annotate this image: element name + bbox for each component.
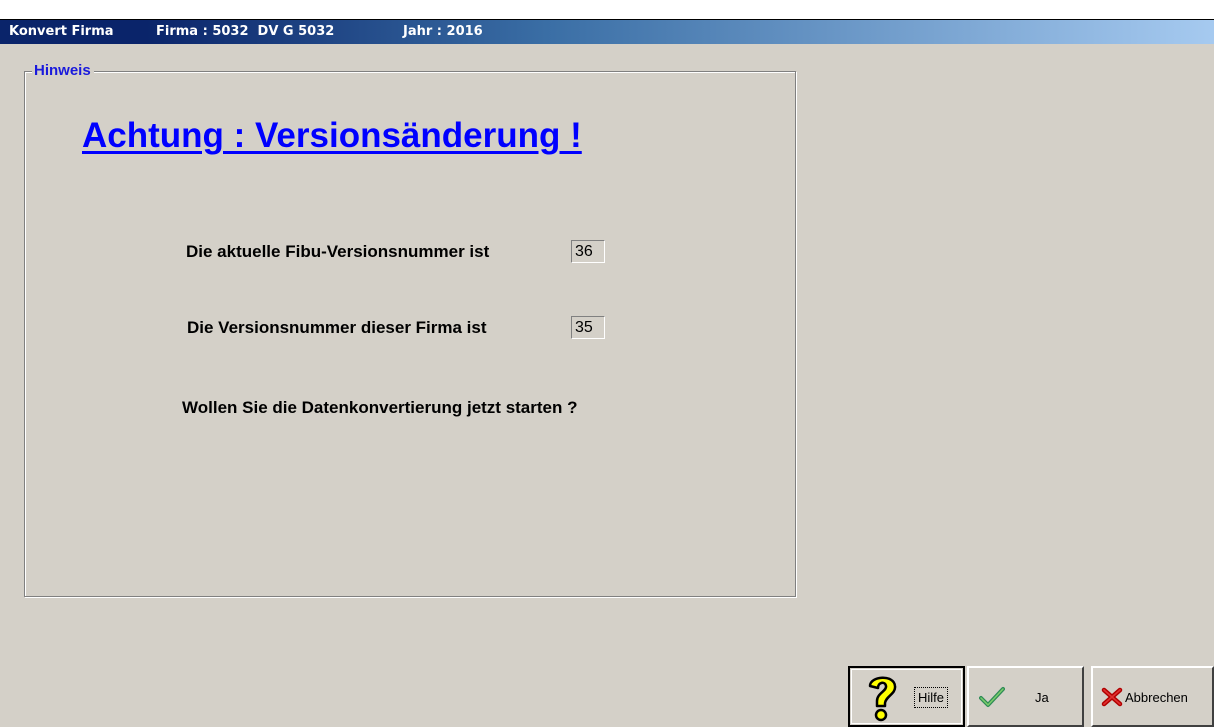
groupbox-legend: Hinweis xyxy=(32,62,94,80)
checkmark-icon xyxy=(979,686,1005,711)
help-button-label: Hilfe xyxy=(914,687,949,708)
help-button[interactable]: Hilfe xyxy=(848,666,965,727)
yes-button[interactable]: Ja xyxy=(967,666,1084,727)
window-top-edge xyxy=(0,0,1214,20)
question-mark-icon xyxy=(862,672,902,727)
cross-icon xyxy=(1101,687,1123,710)
title-app: Konvert Firma xyxy=(9,24,114,39)
title-firma: Firma : 5032 DV G 5032 xyxy=(156,24,335,39)
cancel-button[interactable]: Abbrechen xyxy=(1091,666,1214,727)
title-jahr: Jahr : 2016 xyxy=(403,24,483,39)
current-version-value: 36 xyxy=(571,240,605,263)
current-version-label: Die aktuelle Fibu-Versionsnummer ist xyxy=(186,242,490,261)
conversion-question: Wollen Sie die Datenkonvertierung jetzt … xyxy=(182,398,578,417)
company-version-value: 35 xyxy=(571,316,605,339)
cancel-button-label: Abbrechen xyxy=(1125,690,1188,705)
warning-headline: Achtung : Versionsänderung ! xyxy=(82,116,582,155)
title-bar: Konvert Firma Firma : 5032 DV G 5032 Jah… xyxy=(0,20,1214,44)
yes-button-label: Ja xyxy=(1035,690,1049,705)
company-version-label: Die Versionsnummer dieser Firma ist xyxy=(187,318,487,337)
